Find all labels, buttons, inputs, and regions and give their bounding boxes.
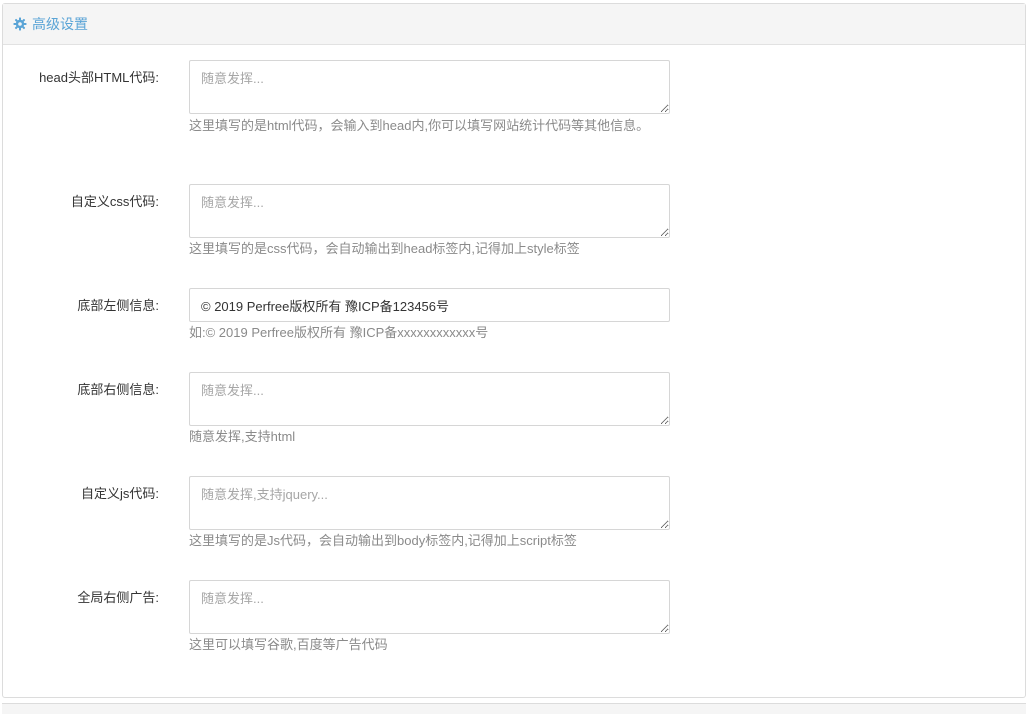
custom-css-textarea[interactable] (189, 184, 670, 238)
field-help-text: 这里填写的是css代码，会自动输出到head标签内,记得加上style标签 (189, 241, 580, 256)
panel-header: 高级设置 (3, 4, 1025, 45)
footer-left-input[interactable] (189, 288, 670, 322)
field-label: 底部左侧信息: (77, 298, 159, 313)
head-html-textarea[interactable] (189, 60, 670, 114)
global-ad-textarea[interactable] (189, 580, 670, 634)
footer-right-textarea[interactable] (189, 372, 670, 426)
field-label: 自定义css代码: (70, 194, 159, 209)
advanced-settings-panel: 高级设置 head头部HTML代码: 这里填写的是html代码，会输入到head… (2, 3, 1026, 698)
field-label: 底部右侧信息: (77, 382, 159, 397)
field-help-text: 如:© 2019 Perfree版权所有 豫ICP备xxxxxxxxxxxx号 (189, 325, 489, 340)
gear-icon (13, 17, 27, 31)
field-label: head头部HTML代码: (39, 70, 159, 85)
custom-js-textarea[interactable] (189, 476, 670, 530)
field-help-text: 这里可以填写谷歌,百度等广告代码 (189, 637, 388, 652)
field-help-text: 随意发挥,支持html (189, 429, 296, 444)
field-help-text: 这里填写的是Js代码，会自动输出到body标签内,记得加上script标签 (189, 533, 577, 548)
field-label: 全局右侧广告: (77, 590, 159, 605)
field-label: 自定义js代码: (80, 486, 159, 501)
panel-title: 高级设置 (32, 16, 88, 32)
field-help-text: 这里填写的是html代码，会输入到head内,你可以填写网站统计代码等其他信息。 (189, 118, 650, 133)
